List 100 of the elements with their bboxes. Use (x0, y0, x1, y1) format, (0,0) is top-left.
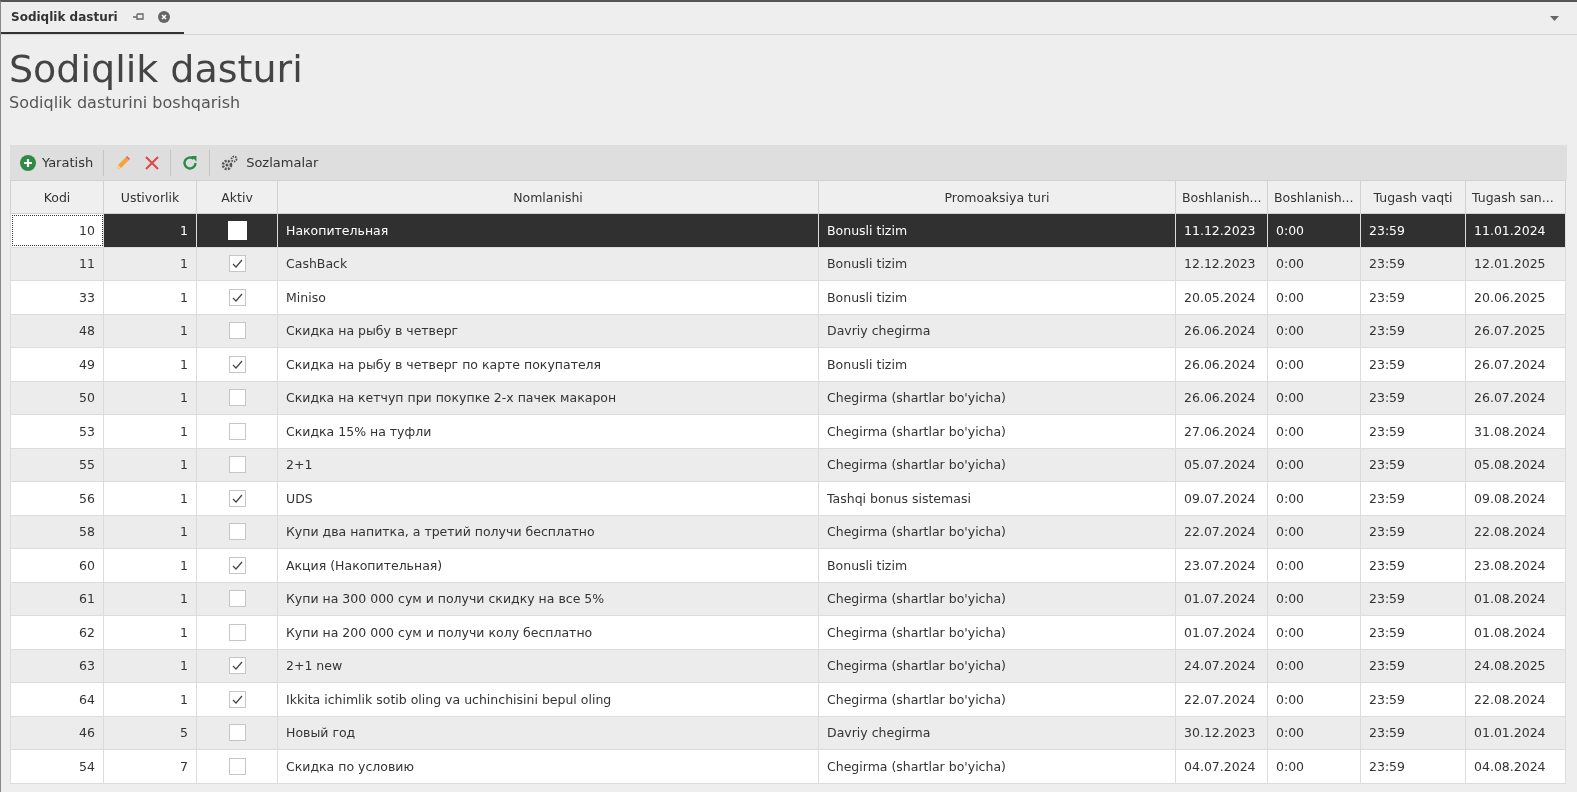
table-row[interactable]: 46 5 Новый год Davriy chegirma 30.12.2023 0:00 23:59 01.01.2024 (10, 716, 1566, 750)
table-row[interactable]: 56 1 UDS Tashqi bonus sistemasi 09.07.2024 0:00 23:59 09.08.2024 (10, 481, 1566, 515)
table-cell: 0:00 (1267, 548, 1361, 582)
table-cell: Скидка на кетчуп при покупке 2-х пачек макарон (277, 381, 819, 415)
settings-button[interactable]: Sozlamalar (214, 149, 325, 176)
table-cell: 0:00 (1267, 213, 1361, 247)
column-header[interactable]: Aktiv (196, 180, 278, 214)
close-icon[interactable] (157, 11, 170, 23)
table-cell: 24.08.2025 (1465, 649, 1566, 683)
table-cell: 12.12.2023 (1175, 247, 1268, 281)
table-cell: 0:00 (1267, 314, 1361, 348)
table-cell: 01.07.2024 (1175, 615, 1268, 649)
table-row[interactable]: 53 1 Скидка 15% на туфли Chegirma (shartlar bo'yicha) 27.06.2024 0:00 23:59 31.08.2024 (10, 414, 1566, 448)
table-cell: Bonusli tizim (818, 347, 1176, 381)
checkbox[interactable] (228, 255, 246, 273)
table-cell: Купи два напитка, а третий получи бесплатно (277, 515, 819, 549)
column-header[interactable]: Nomlanishi (277, 180, 819, 214)
checkbox[interactable] (228, 288, 246, 306)
table-row[interactable]: 55 1 2+1 Chegirma (shartlar bo'yicha) 05.07.2024 0:00 23:59 05.08.2024 (10, 448, 1566, 482)
table-cell: 01.08.2024 (1465, 582, 1566, 616)
table-cell: 26.07.2024 (1465, 381, 1566, 415)
table-row[interactable]: 58 1 Купи два напитка, а третий получи бесплатно Chegirma (shartlar bo'yicha) 22.07.2024 0:00 23:59 22.08.2024 (10, 515, 1566, 549)
table-cell: 0:00 (1267, 381, 1361, 415)
table-cell: 23:59 (1360, 481, 1466, 515)
table-row[interactable]: 33 1 Miniso Bonusli tizim 20.05.2024 0:00 23:59 20.06.2025 (10, 280, 1566, 314)
table-cell: 1 (103, 548, 197, 582)
table-row[interactable]: 48 1 Скидка на рыбу в четверг Davriy chegirma 26.06.2024 0:00 23:59 26.07.2025 (10, 314, 1566, 348)
table-row[interactable]: 49 1 Скидка на рыбу в четверг по карте покупателя Bonusli tizim 26.06.2024 0:00 23:59 26.07.2024 (10, 347, 1566, 381)
table-cell: 63 (10, 649, 104, 683)
table-cell: 1 (103, 515, 197, 549)
table-row[interactable]: 62 1 Купи на 200 000 сум и получи колу бесплатно Chegirma (shartlar bo'yicha) 01.07.2024 0:00 23:59 01.08.2024 (10, 615, 1566, 649)
column-header[interactable]: Ustivorlik (103, 180, 197, 214)
table-cell: 49 (10, 347, 104, 381)
checkbox[interactable] (228, 489, 246, 507)
column-header[interactable]: Kodi (10, 180, 104, 214)
table-cell: 64 (10, 682, 104, 716)
column-header[interactable]: Promoaksiya turi (818, 180, 1176, 214)
checkbox[interactable] (228, 322, 246, 340)
table-cell: Chegirma (shartlar bo'yicha) (818, 749, 1176, 783)
checkbox[interactable] (228, 623, 246, 641)
table-cell: 1 (103, 247, 197, 281)
table-cell: Скидка 15% на туфли (277, 414, 819, 448)
checkbox[interactable] (228, 757, 246, 775)
checkbox[interactable] (228, 355, 246, 373)
table-cell: Купи на 200 000 сум и получи колу бесплатно (277, 615, 819, 649)
table-cell: 54 (10, 749, 104, 783)
checkbox[interactable] (228, 422, 246, 440)
table-cell: Tashqi bonus sistemasi (818, 481, 1176, 515)
table-row[interactable]: 50 1 Скидка на кетчуп при покупке 2-х пачек макарон Chegirma (shartlar bo'yicha) 26.06.2024 0:00 23:59 26.07.2024 (10, 381, 1566, 415)
table-cell: 1 (103, 347, 197, 381)
table-cell: 23:59 (1360, 414, 1466, 448)
table-cell: 23:59 (1360, 682, 1466, 716)
table-row[interactable]: 10 1 Накопительная Bonusli tizim 11.12.2023 0:00 23:59 11.01.2024 (10, 213, 1566, 247)
table-row[interactable]: 63 1 2+1 new Chegirma (shartlar bo'yicha) 24.07.2024 0:00 23:59 24.08.2025 (10, 649, 1566, 683)
column-header[interactable]: Tugash vaqti (1360, 180, 1466, 214)
column-header[interactable]: Boshlanish... (1267, 180, 1361, 214)
table-cell: 09.08.2024 (1465, 481, 1566, 515)
table-row[interactable]: 61 1 Купи на 300 000 сум и получи скидку на все 5% Chegirma (shartlar bo'yicha) 01.07.2024 0:00 23:59 01.08.2024 (10, 582, 1566, 616)
column-header[interactable]: Tugash san... (1465, 180, 1566, 214)
table-cell: Chegirma (shartlar bo'yicha) (818, 414, 1176, 448)
pin-icon[interactable] (131, 12, 144, 22)
table-cell: 23:59 (1360, 582, 1466, 616)
table-row[interactable]: 60 1 Акция (Накопительная) Bonusli tizim 23.07.2024 0:00 23:59 23.08.2024 (10, 548, 1566, 582)
checkbox[interactable] (228, 456, 246, 474)
table-cell: 23:59 (1360, 515, 1466, 549)
table-cell: 0:00 (1267, 414, 1361, 448)
table-cell: 0:00 (1267, 481, 1361, 515)
plus-icon (20, 154, 36, 171)
table-row[interactable]: 54 7 Скидка по условию Chegirma (shartlar bo'yicha) 04.07.2024 0:00 23:59 04.08.2024 (10, 749, 1566, 783)
checkbox[interactable] (228, 724, 246, 742)
checkbox[interactable] (228, 690, 246, 708)
create-button[interactable]: Yaratish (14, 150, 100, 175)
checkbox[interactable] (228, 657, 246, 675)
table-cell: 24.07.2024 (1175, 649, 1268, 683)
column-header[interactable]: Boshlanish... (1175, 180, 1268, 214)
table-cell: 0:00 (1267, 247, 1361, 281)
table-cell: Скидка на рыбу в четверг по карте покупателя (277, 347, 819, 381)
table-row[interactable]: 11 1 CashBack Bonusli tizim 12.12.2023 0:00 23:59 12.01.2025 (10, 247, 1566, 281)
table-cell: Miniso (277, 280, 819, 314)
table-cell: 05.08.2024 (1465, 448, 1566, 482)
dropdown-icon[interactable] (1550, 16, 1559, 21)
document-tab[interactable]: Sodiqlik dasturi (1, 2, 184, 34)
table-cell: 10 (10, 213, 104, 247)
checkbox[interactable] (228, 523, 246, 541)
table-cell: Chegirma (shartlar bo'yicha) (818, 649, 1176, 683)
checkbox[interactable] (228, 590, 246, 608)
checkbox[interactable] (228, 556, 246, 574)
table-cell: 0:00 (1267, 347, 1361, 381)
table-cell: 61 (10, 582, 104, 616)
table-cell: Новый год (277, 716, 819, 750)
table-cell: 23:59 (1360, 213, 1466, 247)
checkbox[interactable] (228, 389, 246, 407)
table-cell: 30.12.2023 (1175, 716, 1268, 750)
table-cell: 0:00 (1267, 682, 1361, 716)
table-cell: 23:59 (1360, 649, 1466, 683)
table-row[interactable]: 64 1 Ikkita ichimlik sotib oling va uchinchisini bepul oling Chegirma (shartlar bo'yicha) 22.07.2024 0:00 23:59 22.08.2024 (10, 682, 1566, 716)
table-cell: Bonusli tizim (818, 213, 1176, 247)
table-cell: 33 (10, 280, 104, 314)
table-cell: 23:59 (1360, 314, 1466, 348)
table-cell: Накопительная (277, 213, 819, 247)
